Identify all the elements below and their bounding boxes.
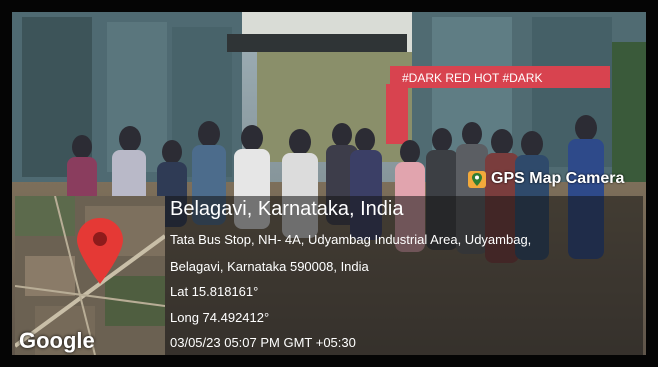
gps-map-camera-badge: GPS Map Camera <box>468 166 624 192</box>
latitude: Lat 15.818161° <box>170 284 259 299</box>
mini-map: Google <box>15 196 165 355</box>
gps-camera-icon <box>468 171 486 188</box>
signage-text: #DARK RED HOT #DARK <box>402 71 542 85</box>
photo-frame: #DARK RED HOT #DARK Google GPS Map Camer… <box>0 0 658 367</box>
google-logo: Google <box>19 328 95 353</box>
address-line-1: Tata Bus Stop, NH- 4A, Udyambag Industri… <box>170 232 532 247</box>
gps-badge-label: GPS Map Camera <box>491 170 625 187</box>
city-title: Belagavi, Karnataka, India <box>170 198 404 220</box>
address-line-2: Belagavi, Karnataka 590008, India <box>170 259 369 274</box>
longitude: Long 74.492412° <box>170 310 270 325</box>
timestamp: 03/05/23 05:07 PM GMT +05:30 <box>170 335 356 350</box>
